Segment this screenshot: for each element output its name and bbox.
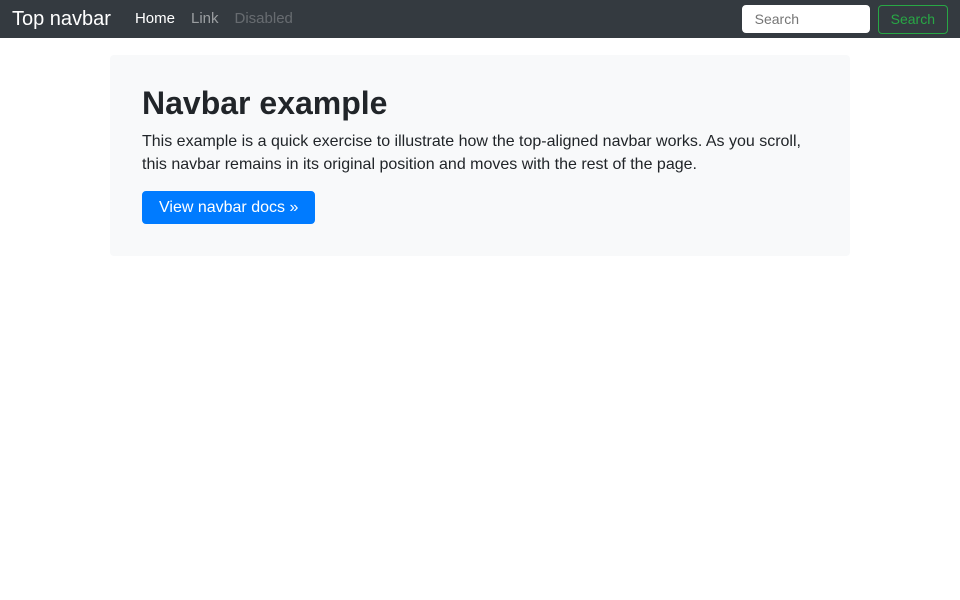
navbar-nav: Home Link Disabled [127, 10, 301, 28]
view-navbar-docs-button[interactable]: View navbar docs » [142, 191, 316, 225]
top-navbar: Top navbar Home Link Disabled Search [0, 0, 960, 38]
jumbotron: Navbar example This example is a quick e… [110, 55, 850, 257]
search-button[interactable]: Search [877, 4, 948, 34]
page-description: This example is a quick exercise to illu… [142, 132, 801, 173]
search-input[interactable] [741, 5, 870, 33]
nav-link-link[interactable]: Link [183, 10, 227, 27]
nav-link-disabled: Disabled [234, 10, 293, 27]
navbar-brand[interactable]: Top navbar [12, 9, 111, 29]
search-form: Search [741, 4, 948, 34]
main-container: Navbar example This example is a quick e… [110, 55, 850, 257]
nav-link-home[interactable]: Home [127, 10, 183, 27]
page-title: Navbar example [142, 85, 388, 121]
